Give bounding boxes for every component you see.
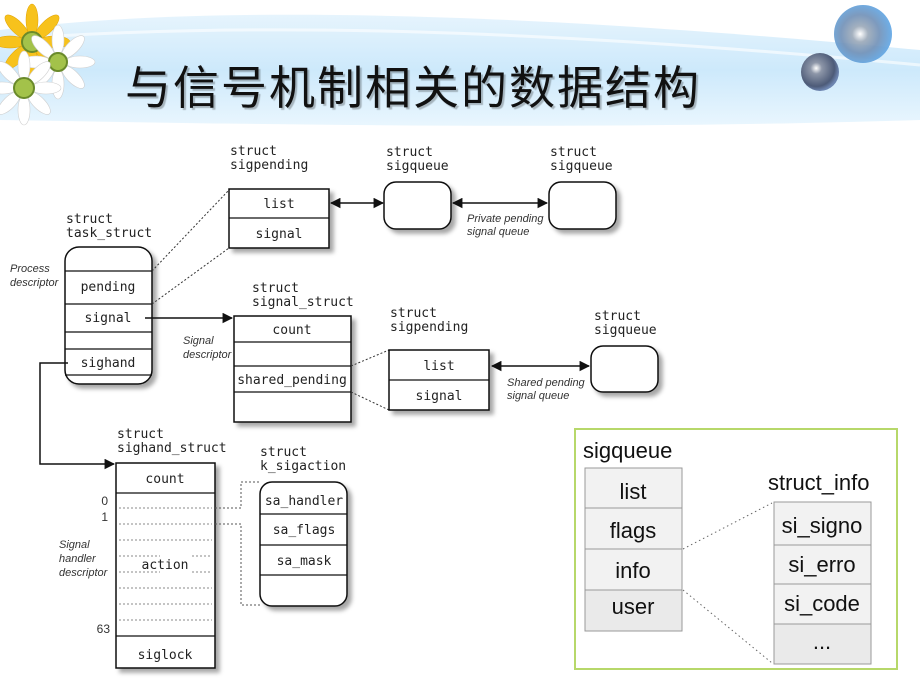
sighand-struct-header-2: sighand_struct (117, 441, 227, 456)
sigqueue-private-1-header-2: sigqueue (386, 159, 449, 174)
sigqueue-private-1-header-1: struct (386, 145, 433, 160)
signal-struct-field-count: count (272, 323, 311, 338)
sigpending-shared-header-2: sigpending (390, 320, 468, 335)
sigpending-private-field-list: list (263, 197, 294, 212)
sigpending-shared-field-signal: signal (416, 389, 463, 404)
inset-sigqueue-table: list flags info user (584, 467, 683, 632)
private-queue-label-2: signal queue (467, 226, 529, 238)
signal-struct: struct signal_struct Signal descriptor c… (183, 281, 354, 423)
private-queue-label-1: Private pending (467, 213, 544, 225)
sighand-struct-side-label-1: Signal (59, 539, 90, 551)
sighand-index-1: 1 (101, 510, 108, 524)
sigqueue-shared-header-1: struct (594, 309, 641, 324)
signal-struct-header-1: struct (252, 281, 299, 296)
sighand-struct-field-action: action (142, 558, 189, 573)
k-sigaction-field-sa-flags: sa_flags (273, 523, 336, 538)
sigpending-private-field-signal: signal (256, 227, 303, 242)
task-struct-side-label-2: descriptor (10, 277, 60, 289)
sigqueue-inset-panel: sigqueue list flags info user struct_inf… (574, 428, 898, 670)
action-link-top (215, 481, 260, 509)
sigpending-shared-field-list: list (423, 359, 454, 374)
sigpending-private-header-1: struct (230, 144, 277, 159)
sigqueue-private-2-header-2: sigqueue (550, 159, 613, 174)
k-sigaction-header-2: k_sigaction (260, 459, 346, 474)
inset-sigqueue-field-flags: flags (610, 518, 656, 543)
signal-struct-field-shared-pending: shared_pending (237, 373, 347, 388)
sighand-struct-side-label-2: handler (59, 553, 97, 565)
k-sigaction-field-sa-mask: sa_mask (277, 554, 332, 569)
inset-sigqueue-title: sigqueue (583, 438, 672, 463)
inset-sigqueue-field-list: list (620, 479, 647, 504)
inset-struct-info-field-si-code: si_code (784, 591, 860, 616)
signal-struct-header-2: signal_struct (252, 295, 354, 310)
signal-data-structures-diagram: struct task_struct Process descriptor pe… (10, 144, 898, 670)
pending-link-bottom (151, 247, 230, 305)
sighand-index-63: 63 (97, 622, 111, 636)
signal-struct-side-label-2: descriptor (183, 349, 233, 361)
sighand-struct: struct sighand_struct Signal handler des… (59, 427, 227, 669)
inset-sigqueue-field-info: info (615, 558, 650, 583)
sighand-struct-field-siglock: siglock (138, 648, 193, 663)
inset-struct-info-field-ellipsis: ... (813, 629, 831, 654)
k-sigaction-header-1: struct (260, 445, 307, 460)
inset-struct-info-table: si_signo si_erro si_code ... (773, 501, 872, 665)
sigqueue-private-2-header-1: struct (550, 145, 597, 160)
inset-sigqueue-field-user: user (612, 594, 655, 619)
shared-pending-link-bottom (350, 391, 390, 411)
sigpending-private: struct sigpending list signal (228, 144, 330, 249)
shared-queue-label-2: signal queue (507, 390, 569, 402)
k-sigaction-field-sa-handler: sa_handler (265, 494, 343, 509)
pending-link-top (151, 189, 230, 272)
sigqueue-shared-header-2: sigqueue (594, 323, 657, 338)
task-struct-field-signal: signal (85, 311, 132, 326)
sigpending-shared-header-1: struct (390, 306, 437, 321)
sigpending-private-header-2: sigpending (230, 158, 308, 173)
inset-struct-info-title: struct_info (768, 470, 870, 495)
task-struct-field-pending: pending (81, 280, 136, 295)
task-struct-side-label-1: Process (10, 263, 50, 275)
task-struct-field-sighand: sighand (81, 356, 136, 371)
inset-struct-info-field-si-erro: si_erro (788, 552, 855, 577)
sighand-struct-header-1: struct (117, 427, 164, 442)
k-sigaction: struct k_sigaction sa_handler sa_flags s… (259, 445, 348, 607)
sighand-index-0: 0 (101, 494, 108, 508)
task-struct-header-1: struct (66, 212, 113, 227)
sigqueue-shared: struct sigqueue (590, 309, 659, 393)
sighand-struct-field-count: count (145, 472, 184, 487)
inset-struct-info-field-si-signo: si_signo (782, 513, 863, 538)
shared-queue-label-1: Shared pending (507, 377, 586, 389)
task-struct: struct task_struct Process descriptor pe… (10, 212, 153, 385)
action-link-bottom (215, 523, 260, 606)
sighand-struct-side-label-3: descriptor (59, 567, 109, 579)
shared-pending-link-top (350, 349, 390, 367)
sigqueue-private-1: struct sigqueue (383, 145, 452, 230)
task-struct-header-2: task_struct (66, 226, 152, 241)
sigqueue-private-2: struct sigqueue (548, 145, 617, 230)
sigpending-shared: struct sigpending list signal (388, 306, 490, 411)
signal-struct-side-label-1: Signal (183, 335, 214, 347)
